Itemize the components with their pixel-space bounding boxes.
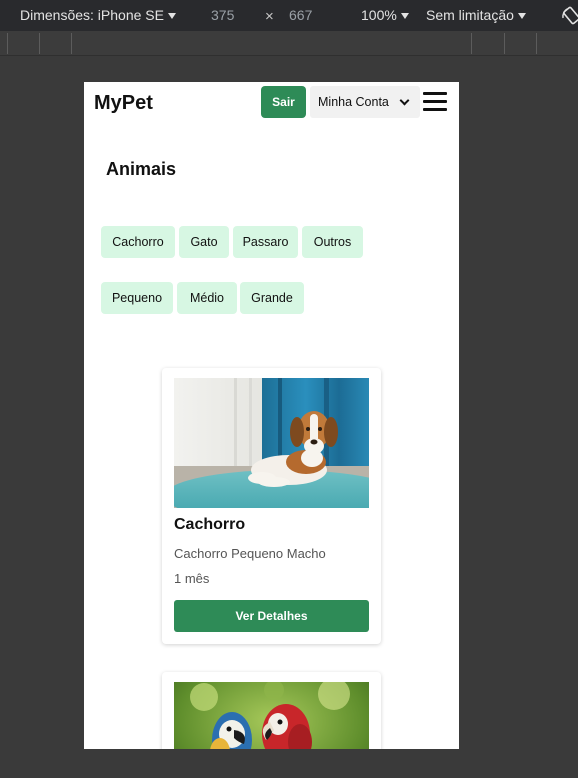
filter-chip-cachorro[interactable]: Cachorro (101, 226, 175, 258)
ruler-tick (7, 33, 8, 54)
pet-card: Cachorro Cachorro Pequeno Macho 1 mês Ve… (162, 368, 381, 644)
navbar: MyPet Sair Minha Conta (84, 82, 459, 122)
account-dropdown[interactable]: Minha Conta (310, 86, 420, 118)
ruler-tick (536, 33, 537, 54)
filter-chip-pequeno[interactable]: Pequeno (101, 282, 173, 314)
device-viewport: MyPet Sair Minha Conta Animais Cachorro … (84, 82, 459, 749)
caret-down-icon (517, 12, 526, 19)
times-icon: × (265, 8, 274, 25)
caret-down-icon (400, 12, 409, 19)
throttling-label: Sem limitação (426, 7, 514, 23)
page-title: Animais (106, 159, 177, 179)
ruler-tick (71, 33, 72, 54)
throttling-selector[interactable]: Sem limitação (426, 7, 526, 23)
filter-chip-passaro[interactable]: Passaro (233, 226, 298, 258)
filter-chip-outros[interactable]: Outros (302, 226, 363, 258)
view-details-button[interactable]: Ver Detalhes (174, 600, 369, 632)
pet-photo-beagle (174, 378, 369, 508)
height-input[interactable]: 667 (289, 7, 312, 23)
caret-down-icon (167, 12, 176, 19)
rotate-icon[interactable] (561, 6, 578, 26)
filter-chip-grande[interactable]: Grande (240, 282, 304, 314)
ruler-tick (39, 33, 40, 54)
chevron-down-icon (399, 95, 410, 106)
hamburger-icon[interactable] (423, 92, 447, 111)
device-label: Dimensões: iPhone SE (20, 7, 164, 23)
devtools-toolbar: Dimensões: iPhone SE 375 × 667 100% Sem … (0, 0, 578, 31)
filter-chip-medio[interactable]: Médio (177, 282, 237, 314)
pet-card (162, 672, 381, 749)
account-label: Minha Conta (318, 95, 389, 109)
filter-chip-gato[interactable]: Gato (179, 226, 229, 258)
pet-age: 1 mês (174, 571, 210, 586)
pet-photo-parrots (174, 682, 369, 749)
ruler-tick (471, 33, 472, 54)
ruler-tick (504, 33, 505, 54)
width-input[interactable]: 375 (211, 7, 234, 23)
pet-description: Cachorro Pequeno Macho (174, 546, 326, 561)
media-query-ruler (0, 31, 578, 56)
zoom-selector[interactable]: 100% (361, 7, 409, 23)
device-selector[interactable]: Dimensões: iPhone SE (20, 7, 176, 23)
beagle-photo (174, 378, 369, 508)
logout-button[interactable]: Sair (261, 86, 306, 118)
parrots-photo (174, 682, 369, 749)
zoom-label: 100% (361, 7, 397, 23)
pet-name: Cachorro (174, 516, 246, 533)
brand-logo[interactable]: MyPet (94, 92, 153, 115)
